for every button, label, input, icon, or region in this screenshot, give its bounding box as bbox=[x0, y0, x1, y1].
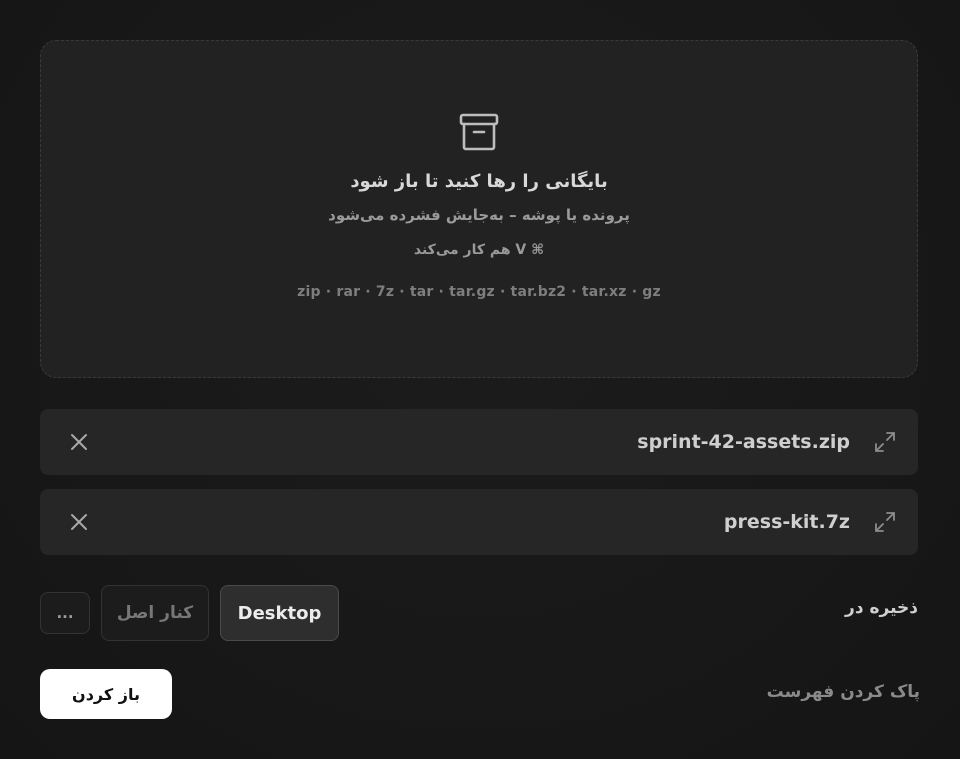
file-row: sprint-42-assets.zip bbox=[40, 409, 918, 475]
expand-icon[interactable] bbox=[874, 431, 896, 453]
app-window: بایگانی را رها کنید تا باز شود پرونده یا… bbox=[0, 0, 960, 759]
open-button[interactable]: باز کردن bbox=[40, 669, 172, 719]
file-row: press-kit.7z bbox=[40, 489, 918, 555]
drop-zone-title: بایگانی را رها کنید تا باز شود bbox=[350, 171, 608, 192]
archive-box-icon bbox=[459, 113, 499, 151]
paste-shortcut-hint: ⌘ V هم کار می‌کند bbox=[413, 242, 545, 258]
choose-folder-button[interactable]: ... bbox=[40, 592, 90, 634]
remove-file-icon[interactable] bbox=[70, 433, 88, 451]
file-name: press-kit.7z bbox=[723, 511, 850, 533]
save-desktop-button[interactable]: Desktop bbox=[220, 585, 339, 641]
clear-list-button[interactable]: پاک کردن فهرست bbox=[767, 682, 920, 702]
file-name: sprint-42-assets.zip bbox=[637, 431, 850, 453]
remove-file-icon[interactable] bbox=[70, 513, 88, 531]
save-location-label: ذخیره در bbox=[845, 598, 918, 618]
save-next-to-original-button[interactable]: کنار اصل bbox=[101, 585, 209, 641]
supported-formats: zip · rar · 7z · tar · tar.gz · tar.bz2 … bbox=[297, 284, 661, 300]
expand-icon[interactable] bbox=[874, 511, 896, 533]
drop-zone-subtitle: پرونده یا پوشه – به‌جایش فشرده می‌شود bbox=[328, 206, 630, 224]
archive-drop-zone[interactable]: بایگانی را رها کنید تا باز شود پرونده یا… bbox=[40, 40, 918, 378]
